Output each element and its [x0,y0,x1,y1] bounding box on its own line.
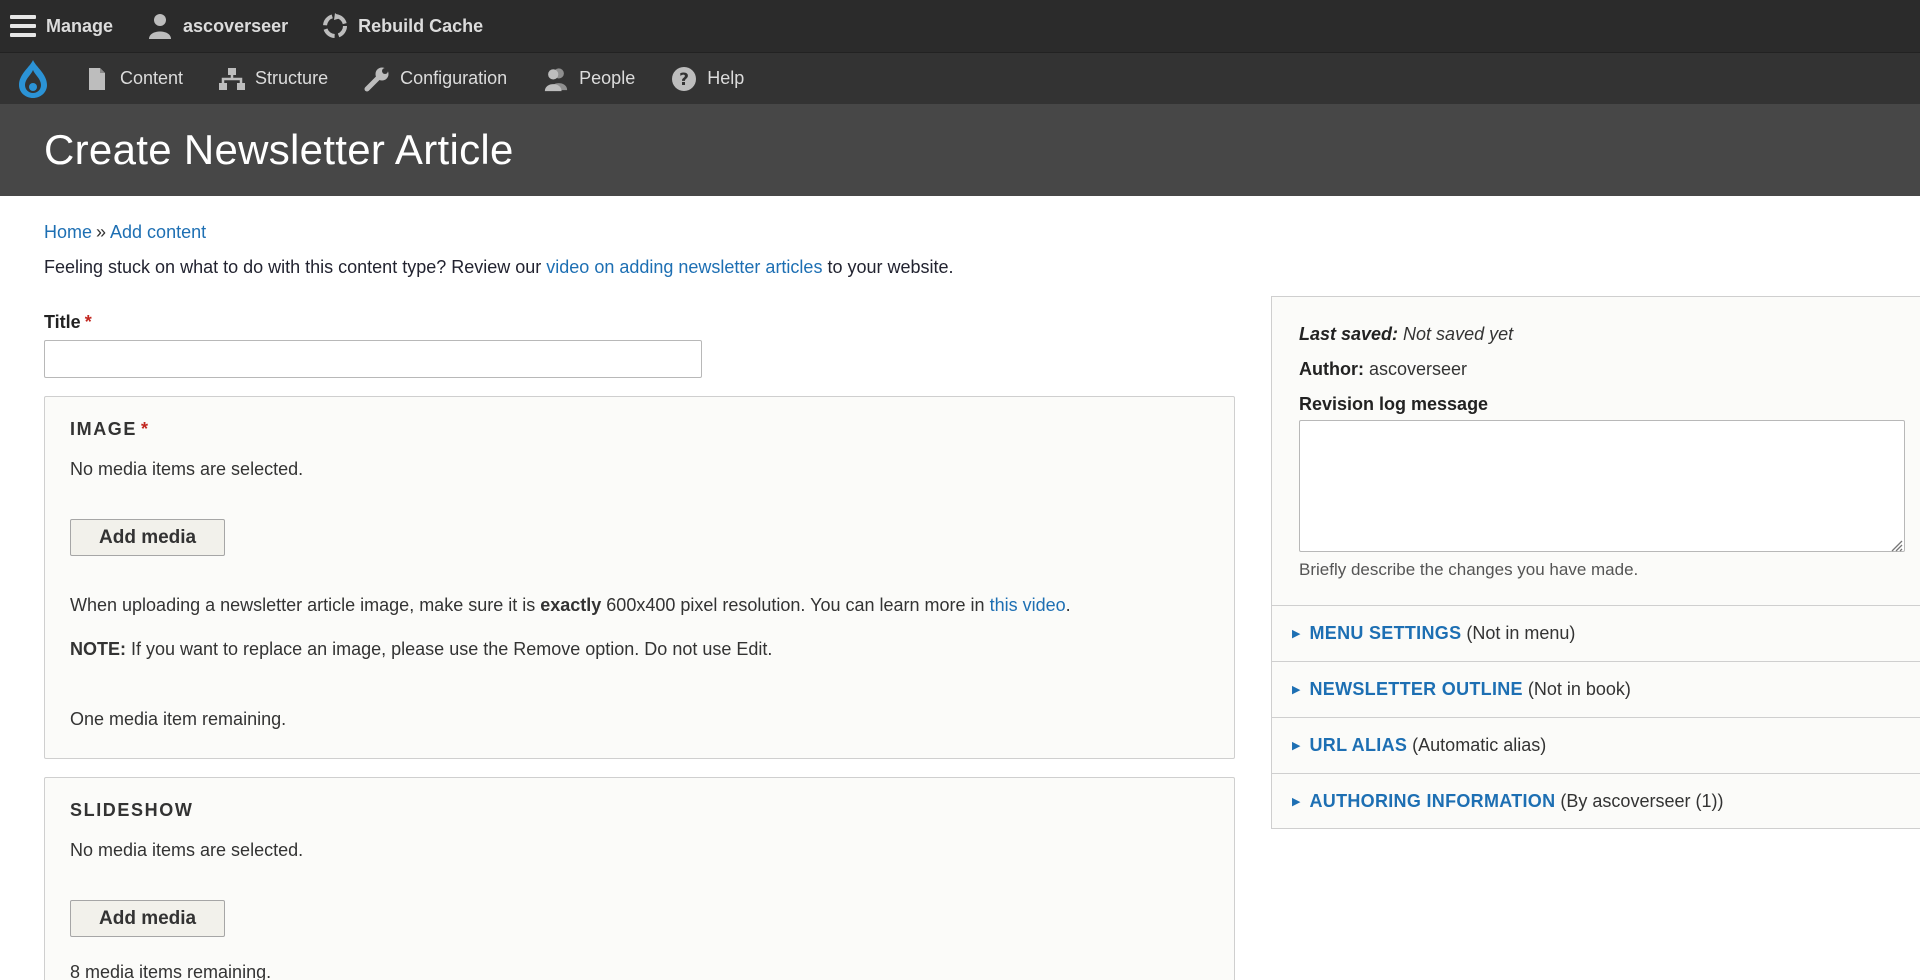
image-fieldset: IMAGE * No media items are selected. Add … [44,396,1235,759]
required-marker: * [84,312,92,332]
details-summary: (Not in menu) [1466,623,1576,643]
details-title: MENU SETTINGS [1309,623,1462,643]
triangle-right-icon: ▶ [1292,796,1301,808]
slideshow-remaining-text: 8 media items remaining. [70,962,272,980]
image-legend-text: IMAGE [70,419,138,439]
tray-item-label: Content [120,68,184,88]
image-note-label: NOTE: [70,639,126,659]
image-desc-bold: exactly [540,595,602,615]
tray-item-structure[interactable]: Structure [201,53,346,105]
rebuild-cache-label: Rebuild Cache [358,15,484,36]
image-desc-part-1: When uploading a newsletter article imag… [70,595,541,615]
tray-item-label: People [579,68,636,88]
tray-item-label: Structure [255,68,329,88]
help-text-before: Feeling stuck on what to do with this co… [44,257,547,277]
breadcrumb: Home» Add content [44,222,206,243]
page-header: Create Newsletter Article [0,104,1920,196]
document-icon [84,66,110,92]
details-summary: (Not in book) [1527,679,1631,699]
triangle-right-icon: ▶ [1292,684,1301,696]
svg-text:?: ? [679,70,689,90]
admin-toolbar: Manage ascoverseer Rebuild Cache [0,0,1920,52]
drupal-logo-icon[interactable] [0,53,66,105]
hamburger-icon [10,13,36,39]
last-saved-label: Last saved: [1299,324,1399,344]
author-label: Author: [1299,359,1364,379]
admin-tray: Content Structure Configuration People ?… [0,52,1920,104]
resize-grip-icon[interactable] [1889,536,1903,552]
details-summary: (By ascoverseer (1)) [1560,791,1724,811]
tray-item-configuration[interactable]: Configuration [346,53,525,105]
details-summary: (Automatic alias) [1412,735,1547,755]
content-type-help-text: Feeling stuck on what to do with this co… [44,257,954,278]
last-saved-value: Not saved yet [1398,324,1514,344]
url-alias-toggle[interactable]: ▶ URL ALIAS (Automatic alias) [1272,717,1920,773]
triangle-right-icon: ▶ [1292,628,1301,640]
page-title: Create Newsletter Article [44,126,514,173]
help-video-link[interactable]: video on adding newsletter articles [546,257,822,277]
details-title: URL ALIAS [1309,735,1408,755]
image-empty-text: No media items are selected. [70,459,304,479]
title-input[interactable] [44,340,702,378]
help-icon: ? [671,66,697,92]
rebuild-cache-button[interactable]: Rebuild Cache [312,0,497,52]
slideshow-fieldset: SLIDESHOW No media items are selected. A… [44,777,1235,980]
breadcrumb-add-content-link[interactable]: Add content [110,222,206,242]
title-label: Title * [44,312,92,333]
manage-label: Manage [46,15,114,36]
image-note-text: If you want to replace an image, please … [126,639,773,659]
image-desc-end: . [1065,595,1071,615]
user-menu-button[interactable]: ascoverseer [137,0,302,52]
entity-meta-sidebar: Last saved: Not saved yet Author: ascove… [1271,296,1920,829]
image-add-media-button[interactable]: Add media [70,519,226,556]
revision-log-label: Revision log message [1299,394,1489,414]
required-marker: * [141,419,150,439]
revision-log-description: Briefly describe the changes you have ma… [1299,560,1639,579]
slideshow-add-media-button[interactable]: Add media [70,900,226,937]
menu-settings-toggle[interactable]: ▶ MENU SETTINGS (Not in menu) [1272,605,1920,661]
revision-log-textarea[interactable] [1299,420,1905,552]
wrench-icon [364,66,390,92]
user-label: ascoverseer [183,15,289,36]
image-legend: IMAGE * [70,419,150,440]
image-remaining-text: One media item remaining. [70,709,287,729]
breadcrumb-home-link[interactable]: Home [44,222,92,242]
tray-item-content[interactable]: Content [66,53,201,105]
last-saved: Last saved: Not saved yet [1299,324,1513,345]
image-description: When uploading a newsletter article imag… [70,595,1071,616]
title-label-text: Title [44,312,81,332]
details-title: NEWSLETTER OUTLINE [1309,679,1523,699]
people-icon [543,66,569,92]
recycle-icon [322,13,348,39]
help-text-after: to your website. [822,257,954,277]
triangle-right-icon: ▶ [1292,740,1301,752]
tray-item-people[interactable]: People [525,53,653,105]
sitemap-icon [219,66,246,92]
slideshow-empty-text: No media items are selected. [70,840,304,860]
manage-menu-button[interactable]: Manage [0,0,127,52]
slideshow-legend: SLIDESHOW [70,800,194,820]
image-desc-part-2: 600x400 pixel resolution. You can learn … [601,595,990,615]
image-video-link[interactable]: this video [990,595,1066,615]
authoring-information-toggle[interactable]: ▶ AUTHORING INFORMATION (By ascoverseer … [1272,773,1920,829]
tray-item-label: Configuration [400,68,508,88]
author-line: Author: ascoverseer [1299,359,1467,380]
tray-item-label: Help [707,68,745,88]
breadcrumb-separator: » [96,222,107,242]
details-title: AUTHORING INFORMATION [1309,791,1556,811]
user-icon [147,13,173,39]
author-value: ascoverseer [1363,359,1468,379]
image-note: NOTE: If you want to replace an image, p… [70,639,772,660]
tray-item-help[interactable]: ? Help [653,53,762,105]
newsletter-outline-toggle[interactable]: ▶ NEWSLETTER OUTLINE (Not in book) [1272,661,1920,717]
